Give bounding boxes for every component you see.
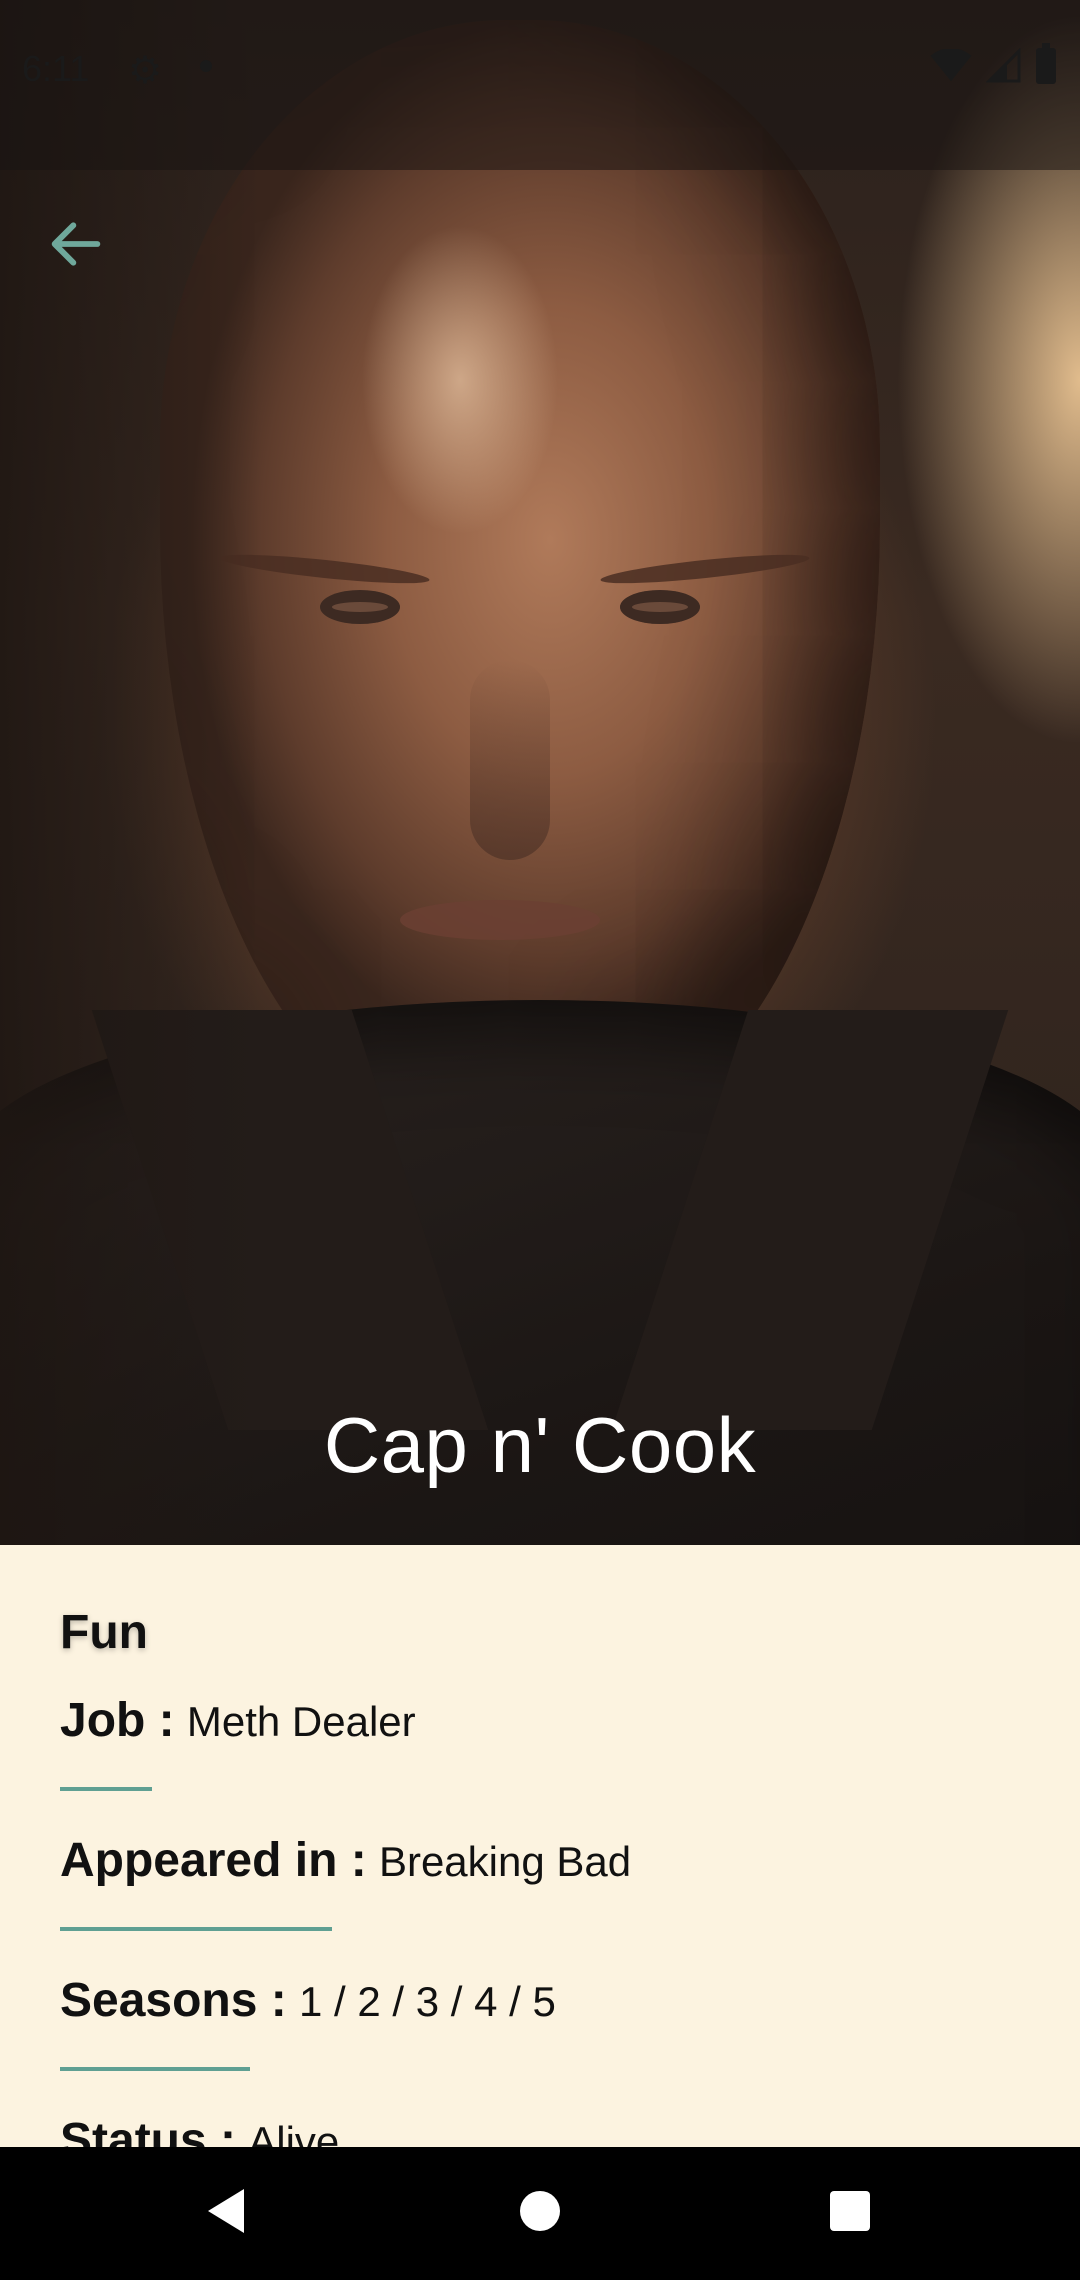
status-time: 6:11 [22, 48, 90, 89]
row-divider [60, 1787, 152, 1791]
notification-dot-icon [200, 60, 212, 72]
details-panel: Fun Job : Meth Dealer Appeared in : Brea… [0, 1545, 1080, 2147]
signal-icon [986, 48, 1021, 83]
left-eye [320, 590, 400, 624]
character-photo [0, 0, 1080, 1545]
circle-home-icon[interactable] [520, 2191, 560, 2231]
detail-label: Status : [60, 2114, 237, 2147]
character-head [160, 20, 880, 1140]
detail-value: Meth Dealer [186, 1698, 416, 1745]
back-arrow-icon[interactable] [44, 212, 108, 276]
section-title: Fun [60, 1606, 148, 1659]
detail-value: Alive [248, 2118, 340, 2147]
detail-row-appeared-in: Appeared in : Breaking Bad [60, 1833, 631, 1888]
detail-label: Job : [60, 1694, 175, 1747]
mouth [400, 900, 600, 940]
wifi-icon [930, 49, 972, 82]
triangle-back-icon[interactable] [208, 2189, 244, 2233]
detail-row-job: Job : Meth Dealer [60, 1693, 416, 1748]
row-divider [60, 1927, 332, 1931]
detail-label: Appeared in : [60, 1834, 367, 1887]
detail-value: Breaking Bad [378, 1838, 632, 1885]
gear-icon: ⚙ [128, 50, 163, 92]
square-recents-icon[interactable] [830, 2191, 870, 2231]
detail-row-seasons: Seasons : 1 / 2 / 3 / 4 / 5 [60, 1973, 556, 2028]
photo-shadow [0, 0, 260, 1545]
battery-icon [1036, 43, 1056, 84]
system-icons [930, 43, 1056, 84]
detail-value: 1 / 2 / 3 / 4 / 5 [299, 1978, 556, 2025]
detail-row-status: Status : Alive [60, 2113, 339, 2147]
navigation-bar [0, 2147, 1080, 2280]
row-divider [60, 2067, 250, 2071]
status-bar: 6:11 ⚙ [0, 0, 1080, 170]
character-nickname: Cap n' Cook [323, 1401, 757, 1489]
nose [470, 660, 550, 860]
detail-label: Seasons : [60, 1974, 287, 2027]
right-eye [620, 590, 700, 624]
